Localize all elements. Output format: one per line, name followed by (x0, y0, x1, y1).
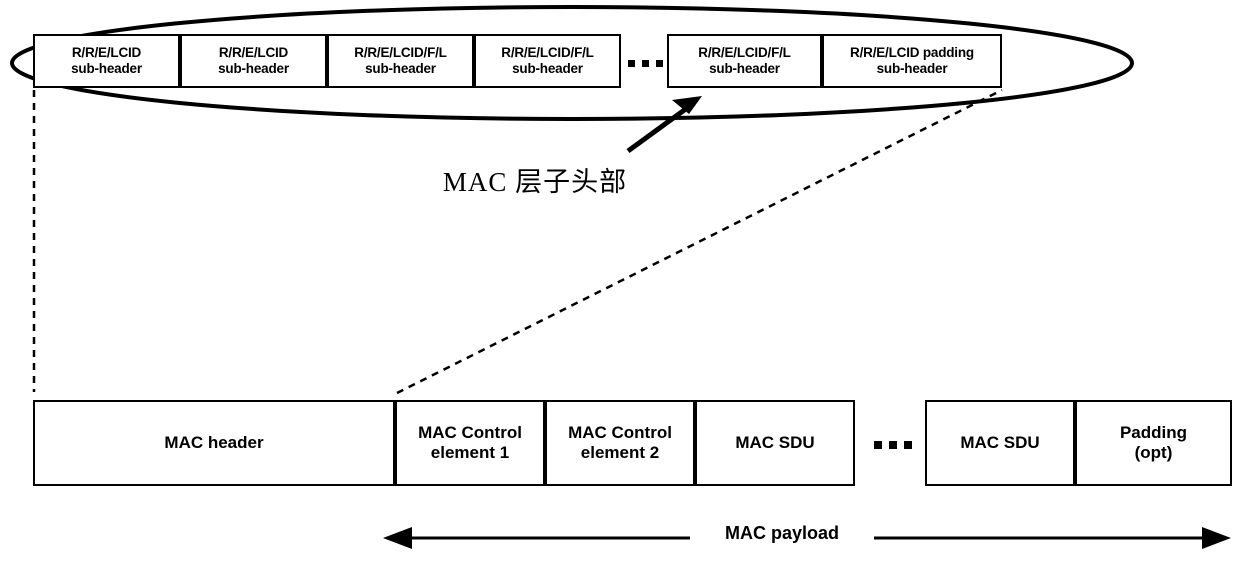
mac-pdu-structure-diagram: R/R/E/LCID sub-header R/R/E/LCID sub-hea… (0, 0, 1240, 561)
pdu-cell-padding-line1: Padding (1119, 422, 1188, 442)
subheader-cell-padding-line1: R/R/E/LCID padding (850, 45, 974, 61)
pdu-cell-mac-sdu-2-line1: MAC SDU (960, 432, 1040, 452)
mac-payload-label: MAC payload (690, 523, 874, 544)
subheader-cell-2-line2: sub-header (218, 61, 289, 76)
pdu-cell-mac-sdu-1: MAC SDU (695, 400, 855, 486)
ellipsis-dot (889, 441, 897, 449)
pdu-cell-mac-header: MAC header (33, 400, 395, 486)
subheader-cell-5-line2: sub-header (709, 61, 780, 76)
subheader-cell-3-line1: R/R/E/LCID/F/L (354, 45, 447, 61)
subheader-cell-4: R/R/E/LCID/F/L sub-header (474, 34, 621, 88)
pdu-cell-control-element-1-line2: element 1 (430, 443, 510, 462)
mac-subheader-caption: MAC 层子头部 (442, 167, 628, 197)
subheader-cell-padding: R/R/E/LCID padding sub-header (822, 34, 1002, 88)
ellipsis-dot (627, 59, 635, 67)
pdu-cell-mac-sdu-2: MAC SDU (925, 400, 1075, 486)
subheader-cell-3-line2: sub-header (365, 61, 436, 76)
subheader-cell-padding-line2: sub-header (876, 61, 948, 76)
pdu-cell-control-element-2: MAC Control element 2 (545, 400, 695, 486)
pdu-cell-control-element-1: MAC Control element 1 (395, 400, 545, 486)
ellipsis-dot (874, 441, 882, 449)
pdu-cell-mac-header-line1: MAC header (164, 432, 264, 452)
subheader-cell-5: R/R/E/LCID/F/L sub-header (667, 34, 822, 88)
pdu-cell-control-element-2-line2: element 2 (580, 443, 660, 462)
subheader-cell-2-line1: R/R/E/LCID (218, 45, 289, 61)
subheader-cell-2: R/R/E/LCID sub-header (180, 34, 327, 88)
dashed-leader-diagonal (396, 88, 1003, 395)
ellipsis-dot (655, 59, 663, 67)
pdu-cell-padding-line2: (opt) (1134, 443, 1173, 462)
pdu-cell-control-element-1-line1: MAC Control (418, 422, 522, 442)
caption-pointer-arrow (626, 96, 702, 154)
subheader-cell-5-line1: R/R/E/LCID/F/L (698, 45, 791, 61)
subheader-cell-4-line2: sub-header (512, 61, 583, 76)
pdu-cell-mac-sdu-1-line1: MAC SDU (735, 432, 815, 452)
pdu-row-ellipsis (868, 437, 918, 453)
subheader-cell-1-line2: sub-header (71, 61, 142, 76)
subheader-cell-1: R/R/E/LCID sub-header (33, 34, 180, 88)
subheader-row-ellipsis (625, 56, 665, 70)
subheader-cell-1-line1: R/R/E/LCID (71, 45, 142, 61)
subheader-cell-4-line1: R/R/E/LCID/F/L (501, 45, 594, 61)
pdu-cell-padding: Padding (opt) (1075, 400, 1232, 486)
ellipsis-dot (904, 441, 912, 449)
subheader-cell-3: R/R/E/LCID/F/L sub-header (327, 34, 474, 88)
ellipsis-dot (641, 59, 649, 67)
pdu-cell-control-element-2-line1: MAC Control (568, 422, 672, 442)
